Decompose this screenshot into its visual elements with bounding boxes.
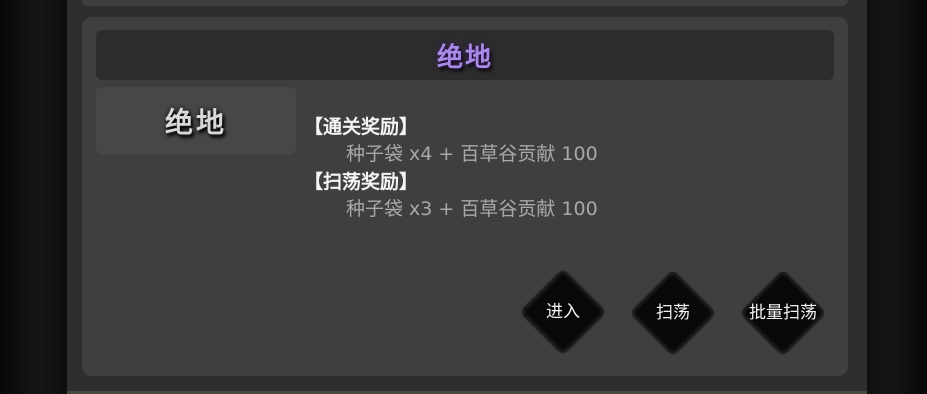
clear-reward-heading: 【通关奖励】	[304, 116, 419, 138]
sweep-reward-items: 种子袋 x3 + 百草谷贡献 100	[346, 198, 598, 220]
rewards-section: 【通关奖励】 种子袋 x4 + 百草谷贡献 100 【扫荡奖励】 种子袋 x3 …	[304, 113, 824, 223]
sweep-button-label: 扫荡	[656, 302, 690, 323]
stage-name: 绝地	[164, 105, 227, 139]
enter-button-label: 进入	[546, 301, 580, 322]
stage-title: 绝地	[436, 42, 493, 73]
stage-name-tile: 绝地	[96, 87, 296, 154]
sweep-reward-heading: 【扫荡奖励】	[304, 171, 419, 193]
enter-button[interactable]: 进入	[521, 270, 605, 354]
previous-card-edge	[82, 0, 848, 6]
clear-reward-items: 种子袋 x4 + 百草谷贡献 100	[346, 143, 598, 165]
batch-sweep-button[interactable]: 批量扫荡	[741, 271, 825, 355]
sweep-button[interactable]: 扫荡	[631, 271, 715, 355]
stage-screen: 绝地 绝地 【通关奖励】 种子袋 x4 + 百草谷贡献 100 【扫荡奖励】 种…	[0, 0, 927, 394]
stage-title-bar: 绝地	[96, 30, 834, 80]
batch-sweep-button-label: 批量扫荡	[749, 302, 817, 323]
stage-card: 绝地 绝地 【通关奖励】 种子袋 x4 + 百草谷贡献 100 【扫荡奖励】 种…	[82, 17, 848, 376]
